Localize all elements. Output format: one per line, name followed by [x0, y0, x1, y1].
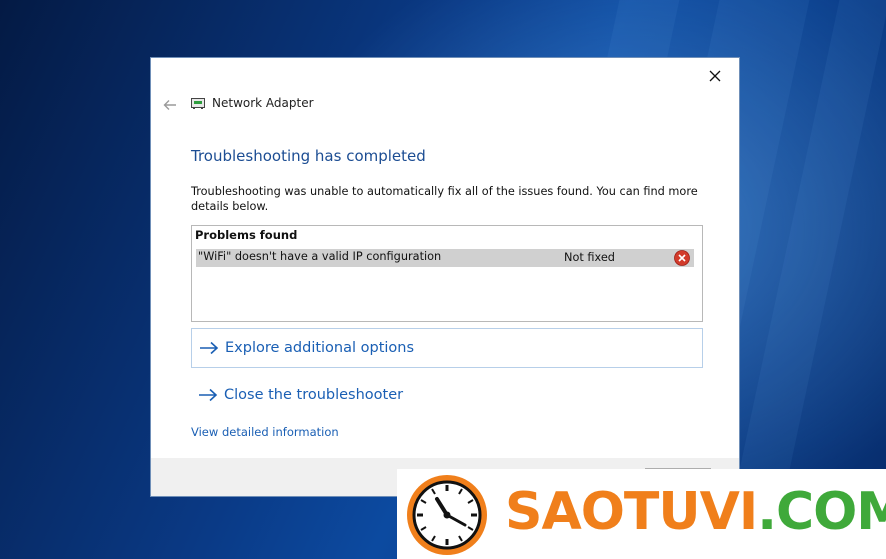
- problem-status: Not fixed: [564, 251, 615, 264]
- window-title: Network Adapter: [212, 96, 314, 110]
- title-bar: Network Adapter: [191, 96, 314, 110]
- close-troubleshooter-link[interactable]: Close the troubleshooter: [191, 375, 703, 415]
- back-arrow-icon[interactable]: [161, 96, 179, 114]
- problem-description: "WiFi" doesn't have a valid IP configura…: [198, 250, 442, 263]
- network-adapter-icon: [191, 98, 205, 109]
- page-heading: Troubleshooting has completed: [191, 147, 426, 165]
- explore-options-label: Explore additional options: [225, 340, 415, 356]
- error-icon: [674, 250, 690, 266]
- arrow-right-icon: [199, 388, 218, 402]
- close-icon: [709, 70, 721, 82]
- description-text: Troubleshooting was unable to automatica…: [191, 185, 698, 213]
- watermark-text: SAOTUVI.COM: [505, 481, 886, 543]
- problems-header: Problems found: [195, 228, 298, 242]
- problem-row[interactable]: "WiFi" doesn't have a valid IP configura…: [196, 249, 694, 267]
- problems-list: Problems found "WiFi" doesn't have a val…: [191, 225, 703, 322]
- close-troubleshooter-label: Close the troubleshooter: [224, 387, 404, 403]
- arrow-right-icon: [200, 341, 219, 355]
- watermark-brand: SAOTUVI: [505, 482, 758, 542]
- close-button[interactable]: [703, 64, 727, 88]
- troubleshooter-dialog: Network Adapter Troubleshooting has comp…: [150, 57, 740, 497]
- watermark-domain: .COM: [757, 482, 886, 542]
- clock-logo-icon: [407, 475, 487, 555]
- watermark-banner: SAOTUVI.COM: [397, 469, 886, 559]
- explore-options-link[interactable]: Explore additional options: [191, 328, 703, 368]
- view-detailed-information-link[interactable]: View detailed information: [191, 425, 339, 439]
